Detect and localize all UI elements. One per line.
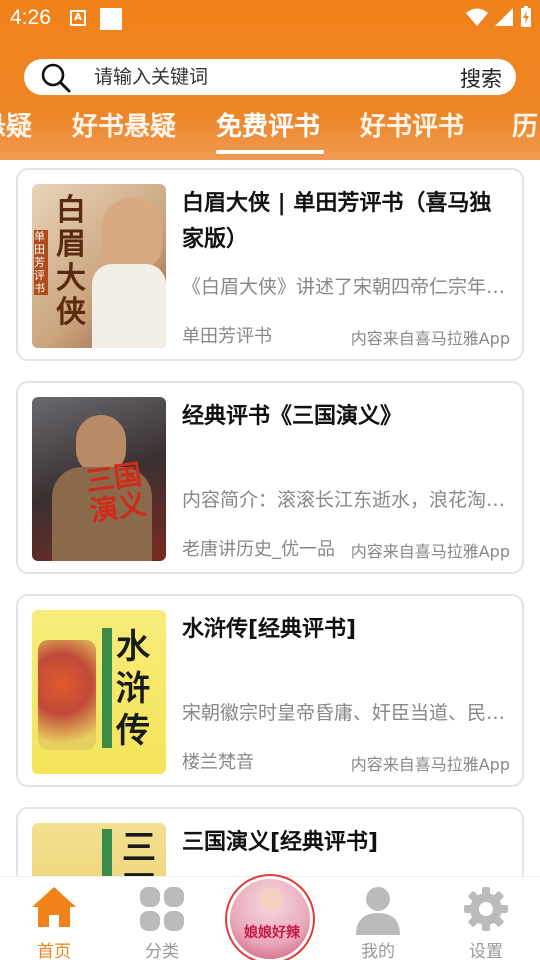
- book-author: 老唐讲历史_优一品: [182, 539, 335, 560]
- book-card[interactable]: 三国 三国演义[经典评书]: [16, 807, 524, 876]
- home-icon: [32, 887, 76, 927]
- book-author: 楼兰梵音: [182, 752, 254, 773]
- nav-settings[interactable]: 设置: [432, 877, 540, 960]
- avatar-art-text: 娘娘好辣: [244, 925, 300, 941]
- tab-good-storytelling[interactable]: 好书评书: [360, 106, 464, 143]
- search-bar: 搜索: [24, 59, 516, 95]
- book-list[interactable]: 白眉大侠 单田芳评书 白眉大侠 | 单田芳评书（喜马独家版） 《白眉大侠》讲述了…: [0, 160, 540, 876]
- book-source: 内容来自喜马拉雅App: [350, 329, 510, 348]
- signal-icon: [495, 8, 513, 26]
- tab-history[interactable]: 历: [512, 106, 538, 143]
- wifi-icon: [466, 8, 488, 26]
- status-time: 4:26: [10, 6, 51, 29]
- book-author: 单田芳评书: [182, 326, 272, 347]
- center-promo-avatar[interactable]: 娘娘好辣: [227, 876, 313, 960]
- cover-green-band: [102, 829, 112, 876]
- book-cover[interactable]: 水浒传: [32, 610, 166, 774]
- book-cover[interactable]: 三国: [32, 823, 166, 876]
- book-card[interactable]: 三国演义 经典评书《三国演义》 内容简介：滚滚长江东逝水，浪花淘尽英雄 老唐讲历…: [16, 381, 524, 574]
- cover-portrait-body: [92, 264, 166, 348]
- tab-free-storytelling[interactable]: 免费评书: [216, 106, 320, 143]
- cover-illustration: [38, 640, 96, 750]
- book-description: 内容简介：滚滚长江东逝水，浪花淘尽英雄: [182, 489, 510, 511]
- book-cover[interactable]: 白眉大侠 单田芳评书: [32, 184, 166, 348]
- book-title: 三国演义[经典评书]: [182, 830, 379, 855]
- status-bar: 4:26 A: [0, 0, 540, 38]
- book-title: 经典评书《三国演义》: [182, 404, 403, 429]
- cover-green-band: [102, 628, 112, 748]
- nav-mine[interactable]: 我的: [324, 877, 432, 960]
- cover-title-text: 三国: [122, 828, 156, 876]
- book-description: 《白眉大侠》讲述了宋朝四帝仁宗年间的故事: [182, 276, 510, 298]
- notification-square-icon: [100, 8, 122, 30]
- book-cover[interactable]: 三国演义: [32, 397, 166, 561]
- tab-good-suspense[interactable]: 好书悬疑: [72, 106, 176, 143]
- book-source: 内容来自喜马拉雅App: [350, 542, 510, 561]
- cover-title-text: 三国演义: [83, 457, 149, 528]
- cover-portrait: [102, 198, 162, 268]
- search-icon[interactable]: [40, 62, 72, 94]
- book-description: 宋朝徽宗时皇帝昏庸、奸臣当道、民不聊生: [182, 702, 510, 724]
- active-tab-indicator: [216, 150, 324, 154]
- battery-icon: [521, 6, 531, 27]
- notification-a-icon: A: [70, 10, 86, 26]
- nav-home-label: 首页: [37, 942, 71, 960]
- category-grid-icon: [140, 887, 184, 931]
- search-button[interactable]: 搜索: [460, 63, 502, 93]
- search-input[interactable]: [94, 64, 434, 90]
- book-card[interactable]: 水浒传 水浒传[经典评书] 宋朝徽宗时皇帝昏庸、奸臣当道、民不聊生 楼兰梵音 内…: [16, 594, 524, 787]
- book-card[interactable]: 白眉大侠 单田芳评书 白眉大侠 | 单田芳评书（喜马独家版） 《白眉大侠》讲述了…: [16, 168, 524, 361]
- gear-icon: [464, 887, 508, 931]
- book-title: 水浒传[经典评书]: [182, 617, 357, 642]
- nav-category[interactable]: 分类: [108, 877, 216, 960]
- tab-suspense[interactable]: 悬疑: [0, 106, 32, 143]
- book-title: 白眉大侠 | 单田芳评书（喜马独家版）: [182, 191, 492, 252]
- book-source: 内容来自喜马拉雅App: [350, 755, 510, 774]
- cover-subtitle-text: 单田芳评书: [34, 230, 48, 295]
- user-icon: [356, 887, 400, 935]
- nav-category-label: 分类: [145, 942, 179, 960]
- cover-title-text: 白眉大侠: [56, 193, 86, 330]
- nav-home[interactable]: 首页: [0, 877, 108, 960]
- nav-settings-label: 设置: [469, 942, 503, 960]
- avatar-figure-head: [260, 887, 282, 911]
- nav-mine-label: 我的: [361, 942, 395, 960]
- cover-title-text: 水浒传: [116, 627, 150, 751]
